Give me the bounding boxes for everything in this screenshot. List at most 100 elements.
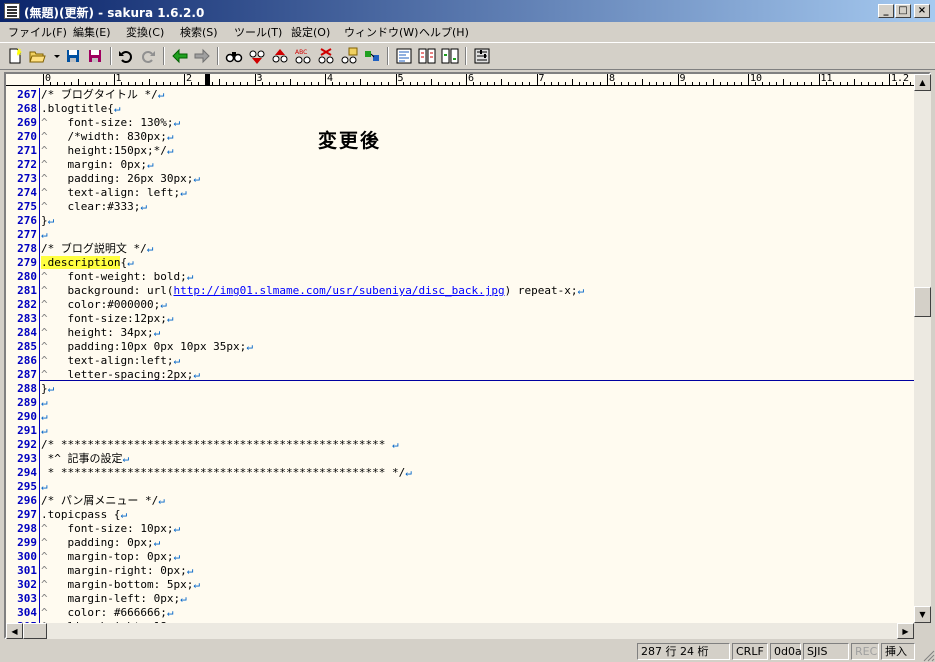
code-line[interactable]: 276}↵ [6,214,914,228]
eol-type[interactable]: CRLF [732,643,768,660]
line-number[interactable]: 285 [6,340,37,354]
encoding[interactable]: SJIS [803,643,849,660]
outline-icon[interactable] [395,47,413,65]
menu-tools[interactable]: ツール(T) [234,24,282,39]
line-number[interactable]: 287 [6,368,37,382]
code-line[interactable]: 269 ^ font-size: 130%;↵ [6,116,914,130]
code-line[interactable]: 297 .topicpass {↵ [6,508,914,522]
settings-icon[interactable] [473,47,491,65]
line-number[interactable]: 277 [6,228,37,242]
code-line[interactable]: 270 ^ /*width: 830px;↵ [6,130,914,144]
line-number[interactable]: 284 [6,326,37,340]
replace-icon[interactable]: ABC [294,47,312,65]
notepad-icon[interactable] [4,3,20,19]
line-number[interactable]: 299 [6,536,37,550]
search-next-icon[interactable] [248,47,266,65]
diff-icon[interactable] [441,47,459,65]
horizontal-scrollbar[interactable]: ◀ ▶ [6,623,914,639]
resize-grip-icon[interactable] [922,649,935,662]
code-line[interactable]: 293 *^ 記事の設定↵ [6,452,914,466]
line-number[interactable]: 291 [6,424,37,438]
line-number[interactable]: 294 [6,466,37,480]
code-line[interactable]: 304 ^ color: #666666;↵ [6,606,914,620]
line-number[interactable]: 275 [6,200,37,214]
line-number[interactable]: 279 [6,256,37,270]
line-number[interactable]: 274 [6,186,37,200]
line-number[interactable]: 272 [6,158,37,172]
code-line[interactable]: 295 ↵ [6,480,914,494]
compare-icon[interactable] [418,47,436,65]
save-icon[interactable] [64,47,82,65]
line-number[interactable]: 283 [6,312,37,326]
code-line[interactable]: 277 ↵ [6,228,914,242]
line-number[interactable]: 270 [6,130,37,144]
insert-mode[interactable]: 挿入 [881,643,915,660]
line-number[interactable]: 281 [6,284,37,298]
redo-icon[interactable] [139,47,157,65]
code-line[interactable]: 290 ↵ [6,410,914,424]
line-number[interactable]: 298 [6,522,37,536]
scroll-down-icon[interactable]: ▼ [914,606,931,623]
code-line[interactable]: 289 ↵ [6,396,914,410]
vertical-scroll-thumb[interactable] [914,287,931,317]
line-number[interactable]: 289 [6,396,37,410]
menu-file[interactable]: ファイル(F) [8,24,67,39]
line-number[interactable]: 302 [6,578,37,592]
line-number[interactable]: 269 [6,116,37,130]
new-file-icon[interactable] [6,47,24,65]
line-number[interactable]: 295 [6,480,37,494]
code-line[interactable]: 301 ^ margin-right: 0px;↵ [6,564,914,578]
code-line[interactable]: 268 .blogtitle{↵ [6,102,914,116]
code-line[interactable]: 282 ^ color:#000000;↵ [6,298,914,312]
horizontal-scroll-thumb[interactable] [23,623,47,639]
line-number[interactable]: 273 [6,172,37,186]
code-line[interactable]: 267 /* ブログタイトル */↵ [6,88,914,102]
grep-icon[interactable] [340,47,358,65]
code-line[interactable]: 294 * **********************************… [6,466,914,480]
menu-window[interactable]: ウィンドウ(W) [344,24,418,39]
close-button[interactable]: × [914,4,930,18]
code-line[interactable]: 280 ^ font-weight: bold;↵ [6,270,914,284]
scroll-right-icon[interactable]: ▶ [897,623,914,639]
text-area[interactable]: 変更後 267/* ブログタイトル */↵ 268 .blogtitle{↵ 269 ^… [6,86,914,623]
code-line[interactable]: 274 ^ text-align: left;↵ [6,186,914,200]
line-number[interactable]: 301 [6,564,37,578]
line-number[interactable]: 278 [6,242,37,256]
code-line[interactable]: 283 ^ font-size:12px;↵ [6,312,914,326]
menu-search[interactable]: 検索(S) [180,24,218,39]
code-line[interactable]: 271 ^ height:150px;*/↵ [6,144,914,158]
line-number[interactable]: 300 [6,550,37,564]
line-number[interactable]: 290 [6,410,37,424]
line-number[interactable]: 303 [6,592,37,606]
code-line[interactable]: 278 /* ブログ説明文 */↵ [6,242,914,256]
code-line[interactable]: 298 ^ font-size: 10px;↵ [6,522,914,536]
scroll-up-icon[interactable]: ▲ [914,74,931,91]
code-line[interactable]: 284 ^ height: 34px;↵ [6,326,914,340]
line-number[interactable]: 276 [6,214,37,228]
line-number[interactable]: 296 [6,494,37,508]
line-number[interactable]: 292 [6,438,37,452]
code-line[interactable]: 303 ^ margin-left: 0px;↵ [6,592,914,606]
code-line[interactable]: 286 ^ text-align:left;↵ [6,354,914,368]
line-number[interactable]: 271 [6,144,37,158]
code-line[interactable]: 291 ↵ [6,424,914,438]
code-line[interactable]: 292 /* **********************************… [6,438,914,452]
code-line[interactable]: 288}↵ [6,382,914,396]
bookmark-icon[interactable] [363,47,381,65]
jump-forward-icon[interactable] [193,47,211,65]
line-number[interactable]: 293 [6,452,37,466]
vertical-scrollbar[interactable]: ▲ ▼ [914,74,931,623]
line-number[interactable]: 304 [6,606,37,620]
open-folder-icon[interactable] [28,47,46,65]
search-icon[interactable] [225,47,243,65]
menu-convert[interactable]: 変換(C) [126,24,164,39]
line-number[interactable]: 297 [6,508,37,522]
code-line[interactable]: 275 ^ clear:#333;↵ [6,200,914,214]
code-line[interactable]: 302 ^ margin-bottom: 5px;↵ [6,578,914,592]
dropdown-arrow-icon[interactable] [48,47,60,65]
line-number[interactable]: 280 [6,270,37,284]
search-prev-icon[interactable] [271,47,289,65]
code-line[interactable]: 281 ^ background: url(http://img01.slmame… [6,284,914,298]
menu-edit[interactable]: 編集(E) [73,24,111,39]
line-number[interactable]: 267 [6,88,37,102]
